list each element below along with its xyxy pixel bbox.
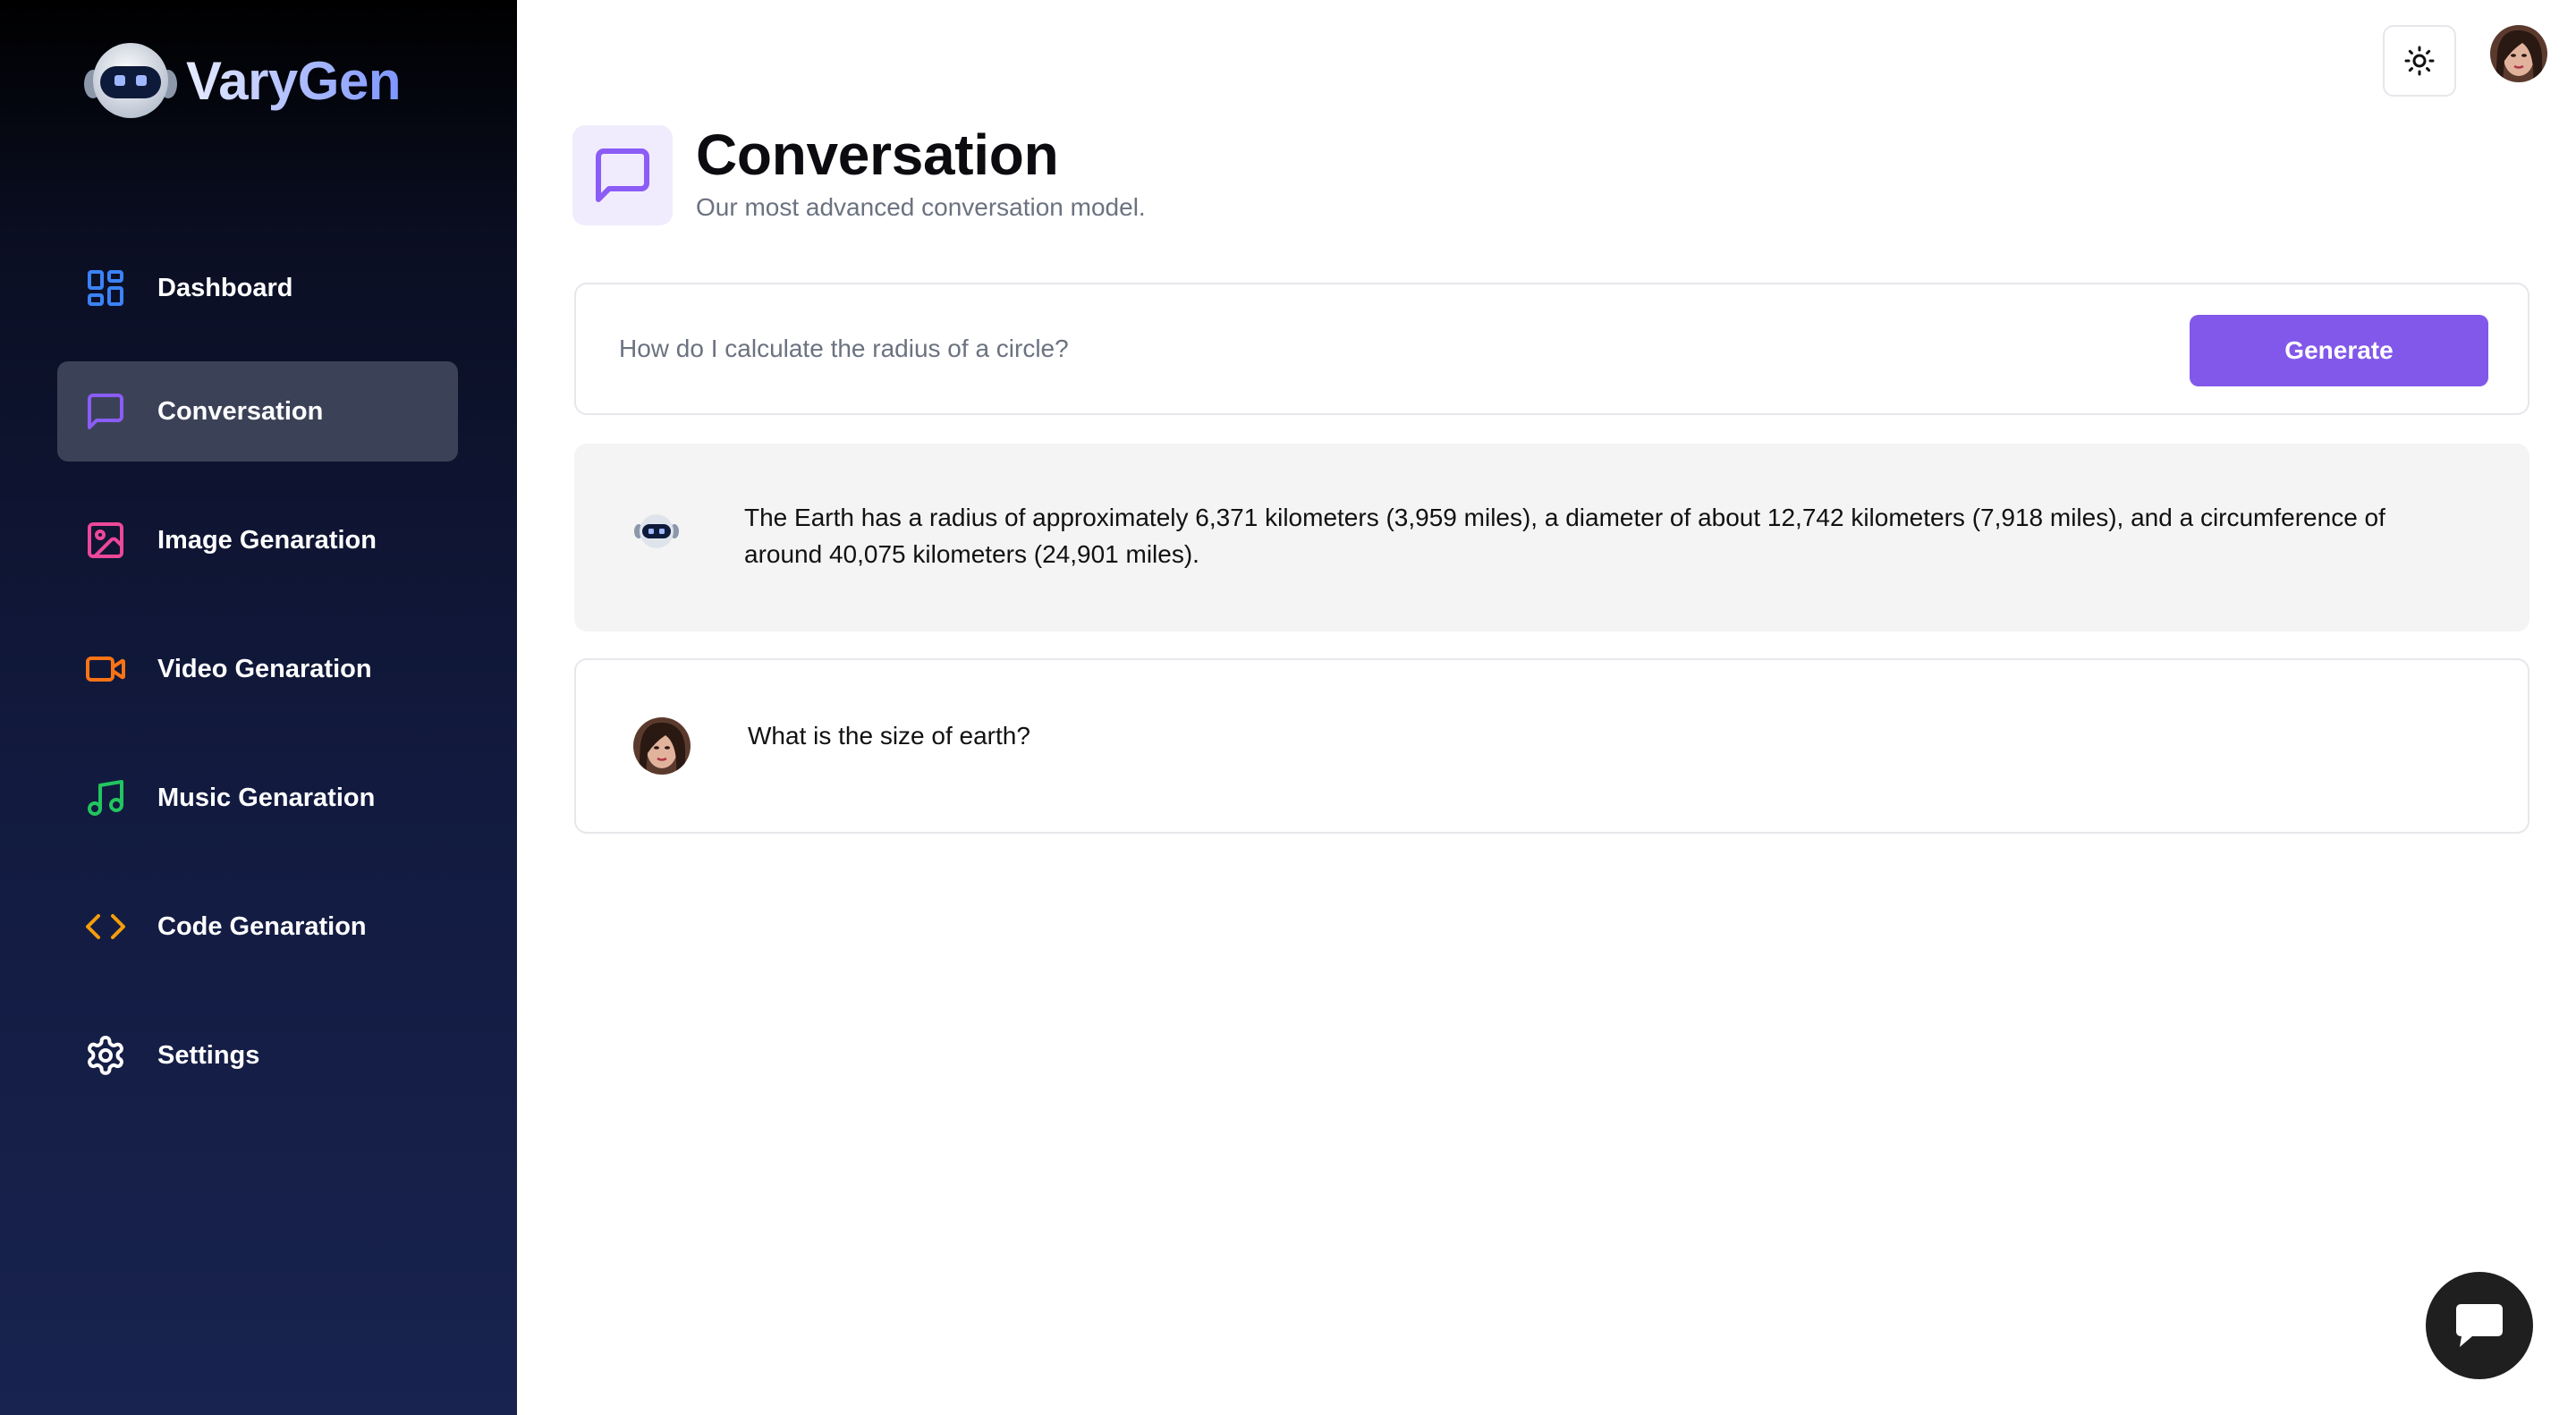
sidebar-item-conversation[interactable]: Conversation [57, 361, 458, 462]
sidebar-item-label: Conversation [157, 396, 324, 426]
sidebar-item-music-generation[interactable]: Music Genaration [57, 748, 458, 848]
prompt-form: Generate [574, 283, 2529, 415]
image-icon [84, 519, 127, 562]
chat-bubble-icon [596, 148, 649, 202]
sidebar: VaryGen Dashboard Conversation Image Gen… [0, 0, 517, 1415]
page-subtitle: Our most advanced conversation model. [696, 193, 1146, 221]
gear-icon [84, 1034, 127, 1077]
brand-name: VaryGen [186, 50, 402, 111]
page-title: Conversation [696, 123, 1059, 187]
brand[interactable]: VaryGen [82, 38, 402, 123]
theme-toggle-button[interactable] [2383, 25, 2456, 97]
sidebar-item-label: Music Genaration [157, 783, 376, 812]
robot-head-icon [84, 43, 177, 118]
page-icon [572, 125, 673, 225]
sun-icon [2404, 46, 2435, 76]
sidebar-item-video-generation[interactable]: Video Genaration [57, 619, 458, 719]
sidebar-item-label: Video Genaration [157, 654, 372, 683]
sidebar-item-dashboard[interactable]: Dashboard [57, 238, 458, 338]
support-chat-button[interactable] [2426, 1272, 2533, 1379]
sidebar-item-label: Code Genaration [157, 911, 367, 941]
user-avatar [633, 717, 691, 775]
prompt-input[interactable] [619, 320, 2140, 377]
chat-support-icon [2456, 1304, 2503, 1347]
message-text: What is the size of earth? [748, 722, 1030, 750]
robot-head-icon [634, 514, 679, 548]
sidebar-item-label: Dashboard [157, 273, 293, 302]
user-avatar[interactable] [2490, 25, 2547, 82]
dashboard-grid-icon [84, 267, 127, 309]
sidebar-item-label: Image Genaration [157, 525, 377, 555]
music-note-icon [84, 776, 127, 819]
video-camera-icon [84, 648, 127, 691]
sidebar-item-image-generation[interactable]: Image Genaration [57, 490, 458, 590]
bot-message: The Earth has a radius of approximately … [574, 444, 2529, 631]
chat-bubble-icon [84, 390, 127, 433]
user-message: What is the size of earth? [574, 658, 2529, 834]
generate-button[interactable]: Generate [2190, 315, 2488, 386]
message-text: The Earth has a radius of approximately … [744, 504, 2385, 568]
code-brackets-icon [84, 905, 127, 948]
sidebar-item-code-generation[interactable]: Code Genaration [57, 877, 458, 977]
sidebar-item-settings[interactable]: Settings [57, 1005, 458, 1106]
sidebar-item-label: Settings [157, 1040, 260, 1070]
